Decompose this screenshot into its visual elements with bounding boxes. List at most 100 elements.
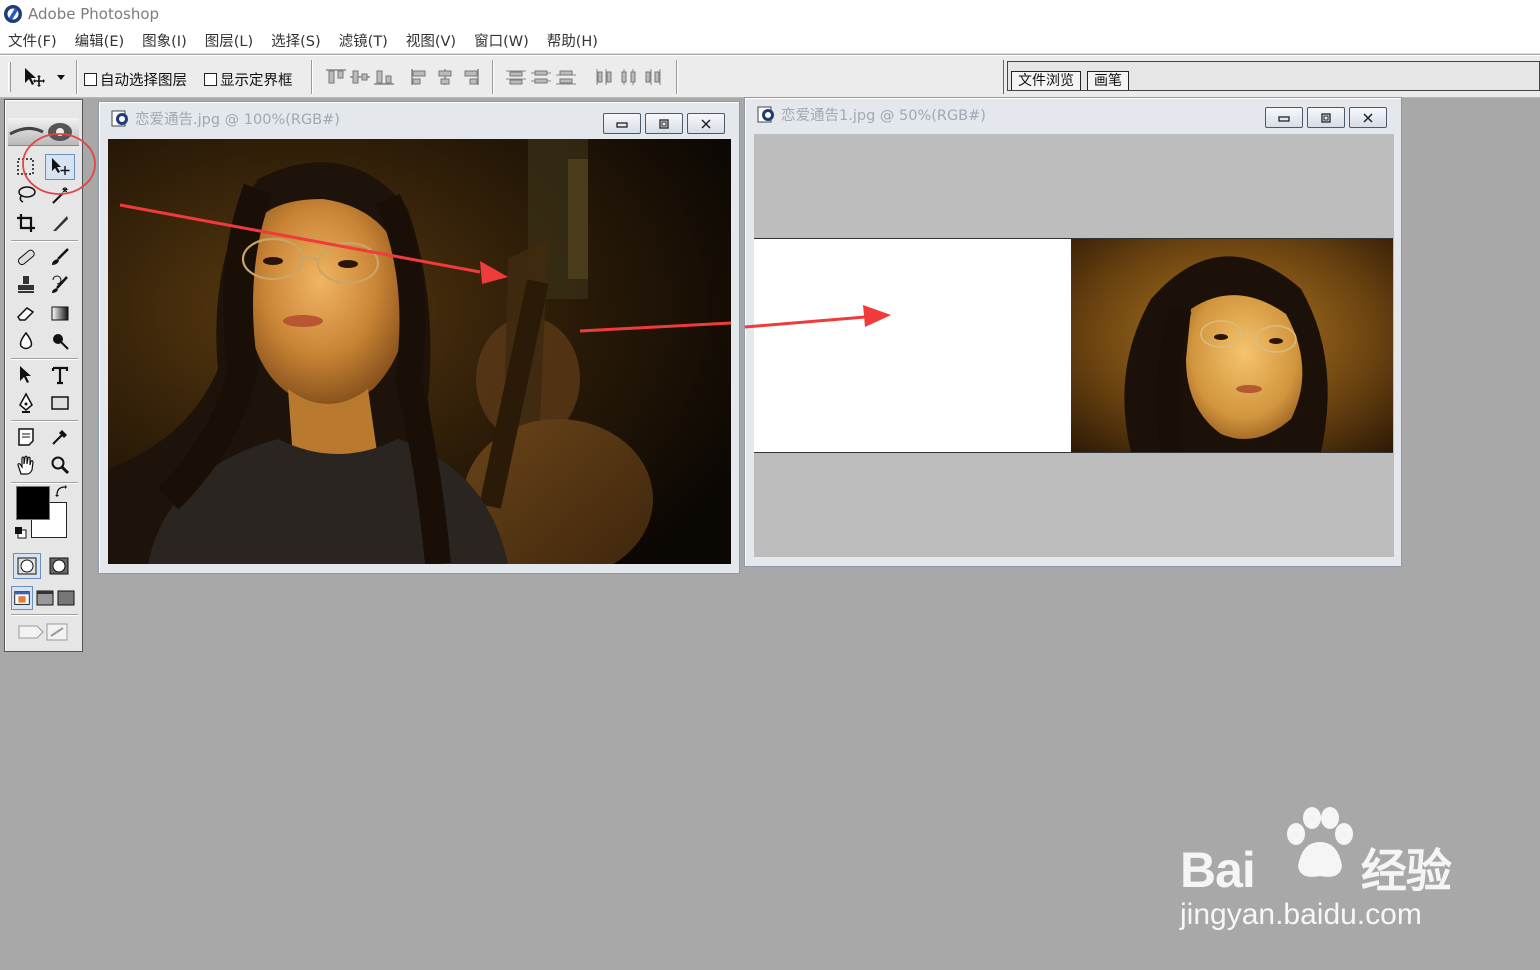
rectangle-shape-icon [51, 396, 69, 410]
magnifier-icon [51, 456, 70, 475]
tab-brushes[interactable]: 画笔 [1087, 71, 1129, 90]
notes-tool[interactable] [11, 424, 41, 450]
water-drop-icon [19, 331, 33, 350]
imageready-jump-icon [18, 623, 68, 641]
path-selection-tool[interactable] [11, 362, 41, 388]
photoshop-document-icon [757, 106, 774, 123]
standard-mode-icon [17, 557, 37, 575]
distribute-top-icon[interactable] [505, 68, 527, 86]
dodge-tool[interactable] [45, 328, 75, 354]
eyedropper-tool[interactable] [45, 424, 75, 450]
minimize-button[interactable] [603, 113, 641, 134]
pen-nib-icon [19, 392, 33, 413]
menu-view[interactable]: 视图(V) [406, 30, 456, 51]
rectangle-shape-tool[interactable] [45, 390, 75, 416]
distribute-left-icon[interactable] [594, 68, 616, 86]
eyedropper-icon [52, 430, 67, 445]
align-horizontal-center-icon[interactable] [434, 68, 456, 86]
full-screen-menu-icon [36, 590, 54, 606]
standard-screen-mode-button[interactable] [11, 586, 33, 610]
watermark-brand-text: Bai [1180, 842, 1256, 898]
minimize-button[interactable] [1265, 107, 1303, 128]
jump-to-imageready-button[interactable] [15, 618, 75, 646]
toolbox-separator [11, 614, 78, 616]
distribute-vertical-center-icon[interactable] [530, 68, 552, 86]
align-left-icon[interactable] [410, 68, 432, 86]
history-brush-tool[interactable] [45, 272, 75, 298]
distribute-right-icon[interactable] [642, 68, 664, 86]
watermark-brand: Bai 经验 [1180, 835, 1452, 901]
crop-icon [17, 214, 35, 232]
close-button[interactable] [1349, 107, 1387, 128]
photoshop-document-icon [111, 110, 128, 127]
brush-tool[interactable] [45, 244, 75, 270]
moved-layer-photo[interactable] [1071, 239, 1393, 452]
type-t-icon [51, 366, 69, 385]
quick-mask-icon [49, 557, 69, 575]
pen-tool[interactable] [11, 390, 41, 416]
type-tool[interactable] [45, 362, 75, 388]
healing-brush-tool[interactable] [11, 244, 41, 270]
full-screen-menu-mode-button[interactable] [34, 586, 56, 610]
eraser-tool[interactable] [11, 300, 41, 326]
document-title-bar[interactable]: 恋爱通告.jpg @ 100%(RGB#) [111, 108, 340, 129]
minimize-icon [1278, 115, 1290, 122]
full-screen-mode-button[interactable] [55, 586, 77, 610]
menu-help[interactable]: 帮助(H) [547, 30, 598, 51]
document-title: 恋爱通告1.jpg @ 50%(RGB#) [781, 108, 986, 124]
menu-select[interactable]: 选择(S) [271, 30, 321, 51]
menu-window[interactable]: 窗口(W) [474, 30, 529, 51]
quick-mask-mode-button[interactable] [45, 553, 73, 579]
zoom-tool[interactable] [45, 452, 75, 478]
default-colors-icon[interactable] [14, 526, 27, 539]
stamp-icon [18, 276, 34, 293]
clone-stamp-tool[interactable] [11, 272, 41, 298]
auto-select-layer-label: 自动选择图层 [100, 73, 187, 89]
slice-tool[interactable] [45, 210, 75, 236]
baidu-jingyan-watermark: Bai 经验 jingyan.baidu.com [1180, 800, 1480, 950]
align-right-icon[interactable] [458, 68, 480, 86]
slice-knife-icon [53, 216, 68, 231]
window-title: Adobe Photoshop [28, 5, 160, 23]
gradient-tool[interactable] [45, 300, 75, 326]
crop-tool[interactable] [11, 210, 41, 236]
highlight-circle [22, 133, 96, 195]
options-bar-grip[interactable] [8, 62, 11, 92]
checkbox-box[interactable] [84, 73, 97, 86]
distribute-horizontal-center-icon[interactable] [618, 68, 640, 86]
document-window-2: 恋爱通告1.jpg @ 50%(RGB#) [744, 97, 1402, 567]
menu-filter[interactable]: 滤镜(T) [339, 30, 388, 51]
tool-preset-picker[interactable] [22, 64, 70, 90]
swap-colors-icon[interactable] [54, 484, 68, 498]
show-bounding-box-checkbox[interactable]: 显示定界框 [204, 69, 293, 90]
move-tool-icon [25, 68, 45, 87]
menu-file[interactable]: 文件(F) [8, 30, 57, 51]
maximize-button[interactable] [1307, 107, 1345, 128]
foreground-color-swatch[interactable] [16, 486, 50, 520]
chevron-down-icon [57, 75, 65, 80]
menu-layer[interactable]: 图层(L) [205, 30, 253, 51]
align-bottom-icon[interactable] [373, 68, 395, 86]
document-title-bar[interactable]: 恋爱通告1.jpg @ 50%(RGB#) [757, 104, 986, 125]
options-separator [676, 60, 678, 94]
minimize-icon [616, 121, 628, 128]
close-button[interactable] [687, 113, 725, 134]
menu-edit[interactable]: 编辑(E) [75, 30, 124, 51]
align-vertical-center-icon[interactable] [349, 68, 371, 86]
align-top-icon[interactable] [325, 68, 347, 86]
checkbox-box[interactable] [204, 73, 217, 86]
auto-select-layer-checkbox[interactable]: 自动选择图层 [84, 69, 187, 90]
portrait-photo [108, 139, 731, 564]
maximize-button[interactable] [645, 113, 683, 134]
tab-file-browser[interactable]: 文件浏览 [1011, 71, 1081, 90]
show-bounding-box-label: 显示定界框 [220, 73, 293, 89]
options-separator [311, 60, 313, 94]
document-canvas-photo[interactable] [108, 139, 731, 564]
note-icon [18, 428, 34, 446]
distribute-bottom-icon[interactable] [555, 68, 577, 86]
photoshop-app-icon [4, 5, 22, 23]
blur-tool[interactable] [11, 328, 41, 354]
hand-tool[interactable] [11, 452, 41, 478]
menu-image[interactable]: 图象(I) [142, 30, 187, 51]
standard-mode-button[interactable] [13, 553, 41, 579]
